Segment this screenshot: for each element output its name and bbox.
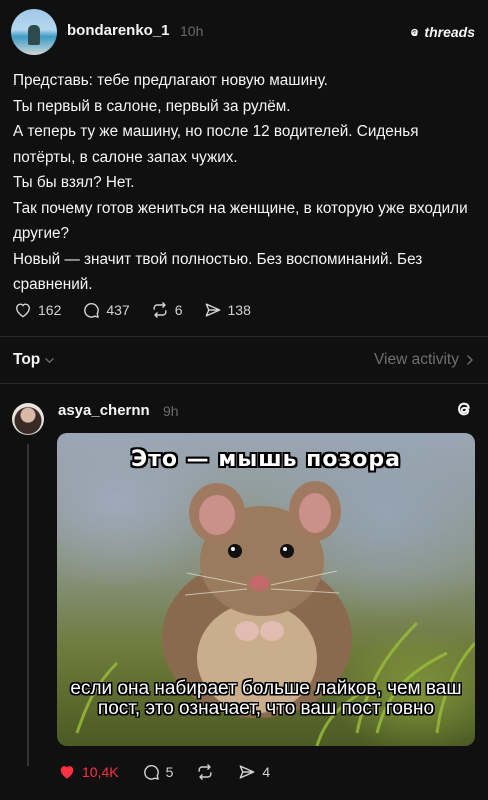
replies-sort-bar: Top View activity xyxy=(0,340,488,382)
reply-like-count: 10,4K xyxy=(82,764,119,780)
meme-caption-bottom: если она набирает больше лайков, чем ваш… xyxy=(70,678,462,719)
reply-actions: 10,4K 5 4 xyxy=(57,760,292,784)
reply-repost-button[interactable] xyxy=(195,762,215,782)
reply-share-count: 4 xyxy=(262,764,271,780)
view-activity-label: View activity xyxy=(374,351,459,368)
share-button[interactable]: 138 xyxy=(203,300,251,320)
reply-author-avatar[interactable] xyxy=(12,403,44,435)
reply-username[interactable]: asya_chernn xyxy=(58,402,150,419)
reply-timestamp: 9h xyxy=(163,403,179,419)
comment-count: 437 xyxy=(106,302,130,318)
threads-logo-icon xyxy=(411,28,419,36)
post-header: bondarenko_1 10h threads xyxy=(0,0,488,64)
reply-like-button[interactable]: 10,4K xyxy=(57,762,119,782)
sort-label: Top xyxy=(13,351,41,368)
comment-icon xyxy=(143,765,159,780)
avatar-person-figure xyxy=(28,25,40,45)
repost-count: 6 xyxy=(174,302,183,318)
post-line: Ты бы взял? Нет. xyxy=(13,174,135,191)
post-line: А теперь ту же машину, но после 12 водит… xyxy=(13,123,419,166)
comment-button[interactable]: 437 xyxy=(81,300,130,320)
reply-comment-button[interactable]: 5 xyxy=(141,762,174,782)
send-icon xyxy=(205,303,220,317)
author-avatar[interactable] xyxy=(11,9,57,55)
like-button[interactable]: 162 xyxy=(13,300,61,320)
chevron-down-icon xyxy=(45,357,55,363)
comment-icon xyxy=(84,303,100,318)
share-count: 138 xyxy=(227,302,251,318)
threads-brand: threads xyxy=(408,24,475,40)
post-timestamp: 10h xyxy=(180,23,204,39)
reply-meme-image[interactable]: Это — мышь позора если она набирает боль… xyxy=(57,433,475,746)
repost-icon xyxy=(198,764,212,780)
author-username[interactable]: bondarenko_1 xyxy=(67,22,170,39)
brand-name: threads xyxy=(424,24,475,40)
view-activity-link[interactable]: View activity xyxy=(374,351,475,369)
threads-logo-icon[interactable] xyxy=(453,398,475,420)
post-actions: 162 437 6 138 xyxy=(13,298,271,322)
divider xyxy=(0,336,488,337)
send-icon xyxy=(240,765,255,779)
post-body: Представь: тебе предлагают новую машину.… xyxy=(13,68,478,298)
post-line: Так почему готов жениться на женщине, в … xyxy=(13,199,468,243)
sort-dropdown[interactable]: Top xyxy=(13,351,55,369)
post-line: Новый — значит твой полностью. Без воспо… xyxy=(13,250,423,294)
divider xyxy=(0,383,488,384)
like-count: 162 xyxy=(38,302,62,318)
post-line: Ты первый в салоне, первый за рулём. xyxy=(13,97,291,115)
repost-icon xyxy=(153,302,167,318)
heart-icon xyxy=(16,303,30,318)
repost-button[interactable]: 6 xyxy=(150,300,183,320)
meme-caption-top: Это — мышь позора xyxy=(131,447,401,472)
reply-share-button[interactable]: 4 xyxy=(237,762,270,782)
heart-filled-icon xyxy=(60,766,74,779)
post-line: Представь: тебе предлагают новую машину. xyxy=(13,72,328,89)
thread-line xyxy=(27,444,29,766)
chevron-right-icon xyxy=(467,355,473,365)
reply-comment-count: 5 xyxy=(165,764,174,780)
